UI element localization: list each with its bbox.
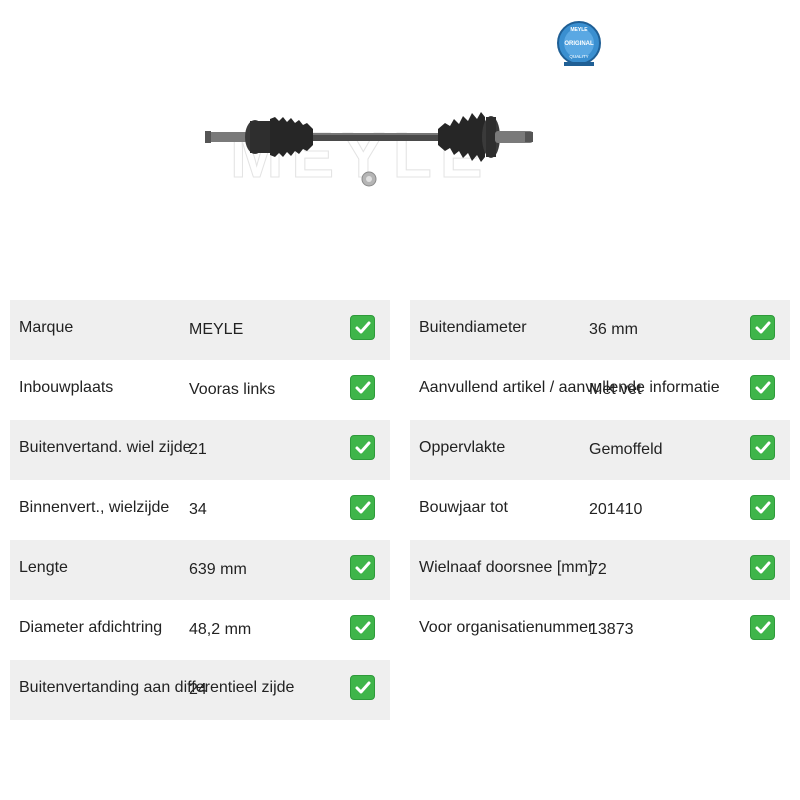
spec-table-right: Buitendiameter 36 mm Aanvullend artikel …: [410, 300, 790, 660]
check-icon: [350, 435, 375, 460]
spec-value: Gemoffeld: [589, 441, 663, 458]
badge-top-text: MEYLE: [570, 27, 588, 33]
check-icon: [350, 495, 375, 520]
spec-label: Bouwjaar tot: [419, 499, 508, 516]
drive-shaft-image: MEYLE: [195, 95, 545, 195]
spec-label: Diameter afdichtring: [19, 619, 163, 636]
spec-row: Buitenvertand. wiel zijde 21: [10, 420, 390, 480]
spec-label: Lengte: [19, 559, 68, 576]
spec-label: Marque: [19, 319, 74, 336]
spec-value: 48,2 mm: [189, 621, 252, 638]
spec-label: Buitenvertanding aan differentieel zijde: [19, 679, 295, 696]
spec-row: Bouwjaar tot 201410: [410, 480, 790, 540]
spec-value: MEYLE: [189, 321, 244, 338]
spec-value: 201410: [589, 501, 643, 518]
spec-label: Inbouwplaats: [19, 379, 114, 396]
original-quality-badge: MEYLE ORIGINAL QUALITY: [556, 20, 602, 66]
spec-row: Binnenvert., wielzijde 34: [10, 480, 390, 540]
spec-value: 36 mm: [589, 321, 638, 338]
check-icon: [750, 375, 775, 400]
spec-table-left: Marque MEYLE Inbouwplaats Vooras links B…: [10, 300, 390, 720]
spec-label: Oppervlakte: [419, 439, 506, 456]
spec-row: Aanvullend artikel / aanvullende informa…: [410, 360, 790, 420]
check-icon: [350, 555, 375, 580]
spec-row: Marque MEYLE: [10, 300, 390, 360]
spec-label: Wielnaaf doorsnee [mm]: [419, 559, 593, 576]
check-icon: [750, 495, 775, 520]
check-icon: [750, 555, 775, 580]
spec-label: Aanvullend artikel / aanvullende informa…: [419, 379, 720, 396]
badge-center-text: ORIGINAL: [564, 41, 594, 47]
spec-row: Voor organisatienummer 13873: [410, 600, 790, 660]
spec-value: 13873: [589, 621, 634, 638]
spec-value: 639 mm: [189, 561, 247, 578]
spec-row: Wielnaaf doorsnee [mm] 72: [410, 540, 790, 600]
check-icon: [350, 375, 375, 400]
check-icon: [350, 615, 375, 640]
spec-row: Inbouwplaats Vooras links: [10, 360, 390, 420]
badge-bottom-text: QUALITY: [569, 54, 588, 59]
spec-row: Oppervlakte Gemoffeld: [410, 420, 790, 480]
spec-row: Lengte 639 mm: [10, 540, 390, 600]
spec-row: Buitendiameter 36 mm: [410, 300, 790, 360]
spec-label: Binnenvert., wielzijde: [19, 499, 170, 516]
check-icon: [750, 315, 775, 340]
spec-value: Vooras links: [189, 381, 276, 398]
spec-label: Buitendiameter: [419, 319, 527, 336]
spec-value: 24: [189, 681, 207, 698]
check-icon: [350, 315, 375, 340]
spec-value: 34: [189, 501, 207, 518]
check-icon: [750, 615, 775, 640]
check-icon: [350, 675, 375, 700]
spec-value: Met vet: [589, 381, 642, 398]
spec-label: Buitenvertand. wiel zijde: [19, 439, 192, 456]
spec-value: 21: [189, 441, 207, 458]
check-icon: [750, 435, 775, 460]
spec-value: 72: [589, 561, 607, 578]
spec-row: Diameter afdichtring 48,2 mm: [10, 600, 390, 660]
spec-row: Buitenvertanding aan differentieel zijde…: [10, 660, 390, 720]
spec-label: Voor organisatienummer: [419, 619, 594, 636]
